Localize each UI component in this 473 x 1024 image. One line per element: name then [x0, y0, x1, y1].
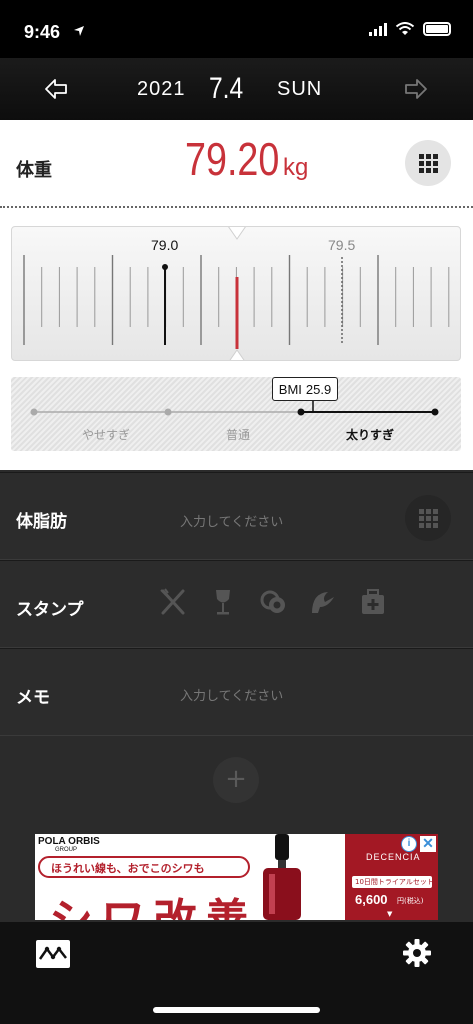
wifi-icon [395, 22, 415, 35]
weight-panel: 体重 79.20 kg 79.0 79.5 BMI 25.9 やせすぎ 普通 太… [0, 120, 473, 470]
status-icons [369, 22, 451, 36]
arrow-right-icon[interactable] [403, 76, 429, 102]
year-label: 2021 [137, 78, 186, 100]
weight-value[interactable]: 79.20 [185, 132, 279, 186]
bmi-tag-value: 25.9 [305, 381, 332, 397]
home-indicator [153, 1007, 320, 1013]
ad-big-text: シワ改善 [49, 884, 257, 920]
date-label: 7.4 [209, 72, 244, 105]
ad-brand: POLA ORBIS [38, 836, 100, 847]
graph-icon[interactable] [35, 939, 71, 969]
keypad-button[interactable] [405, 140, 451, 186]
weight-unit: kg [283, 154, 309, 181]
ad-right-brand: DECENCIA [366, 852, 421, 862]
ad-headline: ほうれい線も、おでこのシワも [51, 862, 205, 875]
serum-bottle-icon [263, 834, 301, 920]
settings-gear-icon[interactable] [402, 938, 432, 968]
medicine-box-icon[interactable] [358, 587, 388, 617]
dotted-divider [0, 206, 473, 208]
stamp-label: スタンプ [16, 600, 84, 620]
bmi-tag: BMI 25.9 [272, 377, 338, 401]
keypad-icon [418, 153, 438, 173]
stamp-row: スタンプ [0, 560, 473, 648]
arrow-left-icon[interactable] [43, 76, 69, 102]
memo-label: メモ [16, 688, 50, 708]
ad-banner[interactable]: POLA ORBIS GROUP ほうれい線も、おでこのシワも シワ改善 DEC… [35, 834, 438, 920]
location-icon [74, 26, 84, 36]
signal-icon [369, 22, 387, 36]
ad-info-icon[interactable]: i [401, 836, 417, 852]
fork-knife-icon[interactable] [158, 587, 188, 617]
date-nav: 2021 7.4 SUN [0, 58, 473, 120]
ad-price-suffix: 円(税込) [397, 897, 424, 905]
memo-input[interactable]: 入力してください [180, 685, 283, 704]
scale-marker-right: 79.5 [328, 237, 356, 253]
weight-label: 体重 [16, 160, 52, 181]
stamp-icons [158, 587, 388, 617]
ad-left: POLA ORBIS GROUP ほうれい線も、おでこのシワも シワ改善 [35, 834, 345, 920]
ad-trial: 10日間トライアルセット [355, 878, 434, 886]
memo-row[interactable]: メモ 入力してください [0, 648, 473, 736]
ad-price: 6,600 [355, 892, 388, 907]
body-fat-input[interactable]: 入力してください [180, 511, 283, 530]
status-time: 9:46 [24, 22, 61, 42]
body-fat-keypad-button[interactable] [405, 495, 451, 541]
day-of-week-label: SUN [277, 78, 323, 100]
ad-close-icon[interactable]: ✕ [420, 836, 436, 852]
bmi-tag-label: BMI [278, 381, 302, 397]
weight-scale-slider[interactable]: 79.0 79.5 [11, 226, 461, 361]
add-button[interactable]: + [213, 757, 259, 803]
scale-ruler [23, 227, 450, 360]
body-fat-row[interactable]: 体脂肪 入力してください [0, 472, 473, 560]
bmi-category-underweight: やせすぎ [82, 428, 131, 442]
scale-marker-left: 79.0 [151, 237, 179, 253]
battery-icon [423, 22, 451, 36]
body-fat-label: 体脂肪 [16, 512, 67, 532]
keypad-icon [418, 508, 438, 528]
bmi-category-overweight: 太りすぎ [346, 428, 395, 442]
wine-glass-icon[interactable] [208, 587, 238, 617]
ad-brand-sub: GROUP [55, 847, 78, 853]
coins-icon[interactable] [258, 587, 288, 617]
runner-icon[interactable] [308, 587, 338, 617]
bmi-category-normal: 普通 [226, 428, 251, 442]
status-bar: 9:46 [0, 0, 473, 58]
ad-chevron-icon: ▼ [387, 910, 393, 918]
